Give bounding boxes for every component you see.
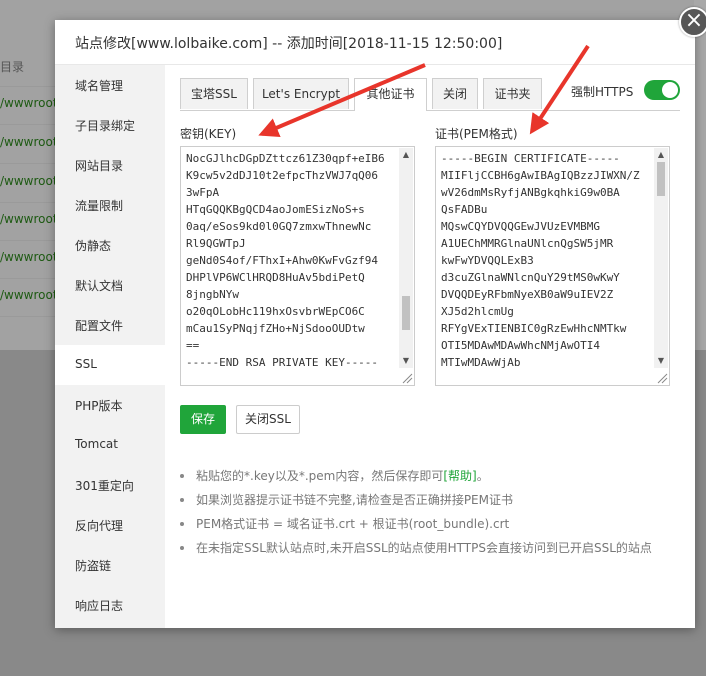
sidebar-item-site-directory[interactable]: 网站目录	[55, 145, 165, 185]
cert-scroll-thumb[interactable]	[657, 162, 665, 196]
sidebar-item-config-file[interactable]: 配置文件	[55, 305, 165, 345]
cert-text: -----BEGIN CERTIFICATE----- MIIFljCCBH6g…	[441, 152, 640, 369]
force-https-toggle[interactable]	[644, 80, 680, 100]
modal-header: 站点修改[www.lolbaike.com] -- 添加时间[2018-11-1…	[55, 20, 695, 65]
background-header-label: 目录	[0, 60, 25, 74]
sidebar-item-ssl[interactable]: SSL	[55, 345, 165, 385]
tab-baota-ssl[interactable]: 宝塔SSL	[180, 78, 248, 109]
site-edit-modal: 站点修改[www.lolbaike.com] -- 添加时间[2018-11-1…	[55, 20, 695, 628]
scroll-up-icon[interactable]: ▲	[399, 148, 413, 162]
close-ssl-button[interactable]: 关闭SSL	[236, 405, 300, 434]
modal-title: 站点修改[www.lolbaike.com] -- 添加时间[2018-11-1…	[75, 36, 503, 52]
background-row: /wwwroot	[0, 240, 60, 279]
tip-item: 如果浏览器提示证书链不完整,请检查是否正确拼接PEM证书	[180, 491, 680, 509]
tab-other-cert[interactable]: 其他证书	[354, 78, 427, 111]
background-right-edge	[694, 0, 706, 350]
resize-grip-icon[interactable]	[401, 372, 413, 384]
bullet-icon	[180, 498, 184, 502]
sidebar-item-hotlink[interactable]: 防盗链	[55, 545, 165, 585]
sidebar-item-domain[interactable]: 域名管理	[55, 65, 165, 105]
background-row: /wwwroot	[0, 202, 60, 241]
background-row: /wwwroot	[0, 125, 60, 164]
sidebar-item-response-log[interactable]: 响应日志	[55, 585, 165, 625]
sidebar-item-tomcat[interactable]: Tomcat	[55, 425, 165, 465]
resize-grip-icon[interactable]	[656, 372, 668, 384]
bullet-icon	[180, 522, 184, 526]
key-scrollbar[interactable]: ▲ ▼	[399, 148, 413, 368]
bullet-icon	[180, 474, 184, 478]
background-table-header: 目录	[0, 48, 60, 87]
sidebar-item-default-doc[interactable]: 默认文档	[55, 265, 165, 305]
tip-item: PEM格式证书 = 域名证书.crt + 根证书(root_bundle).cr…	[180, 515, 680, 533]
ssl-panel: 宝塔SSL Let's Encrypt 其他证书 关闭 证书夹 强制HTTPS …	[165, 65, 695, 628]
background-row: /wwwroot	[0, 278, 60, 317]
tab-cert-folder[interactable]: 证书夹	[483, 78, 542, 109]
key-scroll-thumb[interactable]	[402, 296, 410, 331]
cert-textarea[interactable]: -----BEGIN CERTIFICATE----- MIIFljCCBH6g…	[435, 146, 670, 386]
close-icon[interactable]: ×	[679, 7, 706, 37]
scroll-down-icon[interactable]: ▼	[654, 354, 668, 368]
background-row: /wwwroot	[0, 86, 60, 125]
sidebar-item-redirect[interactable]: 301重定向	[55, 465, 165, 505]
save-button[interactable]: 保存	[180, 405, 226, 434]
key-text: NocGJlhcDGpDZttcz61Z30qpf+eIB6 K9cw5v2dD…	[186, 152, 385, 369]
sidebar-item-rewrite[interactable]: 伪静态	[55, 225, 165, 265]
sidebar-item-subdirectory[interactable]: 子目录绑定	[55, 105, 165, 145]
tip-item: 粘贴您的*.key以及*.pem内容，然后保存即可[帮助]。	[180, 467, 680, 485]
cert-label: 证书(PEM格式)	[435, 127, 518, 141]
cert-scrollbar[interactable]: ▲ ▼	[654, 148, 668, 368]
key-label: 密钥(KEY)	[180, 127, 237, 141]
scroll-down-icon[interactable]: ▼	[399, 354, 413, 368]
force-https-label: 强制HTTPS	[571, 85, 634, 99]
tab-lets-encrypt[interactable]: Let's Encrypt	[253, 78, 349, 109]
tab-close[interactable]: 关闭	[432, 78, 478, 109]
sidebar-item-traffic-limit[interactable]: 流量限制	[55, 185, 165, 225]
key-textarea[interactable]: NocGJlhcDGpDZttcz61Z30qpf+eIB6 K9cw5v2dD…	[180, 146, 415, 386]
sidebar-item-php-version[interactable]: PHP版本	[55, 385, 165, 425]
settings-sidebar: 域名管理 子目录绑定 网站目录 流量限制 伪静态 默认文档 配置文件 SSL P…	[55, 65, 165, 628]
help-link[interactable]: [帮助]	[443, 469, 476, 483]
sidebar-item-reverse-proxy[interactable]: 反向代理	[55, 505, 165, 545]
background-row: /wwwroot	[0, 164, 60, 203]
toggle-knob	[662, 82, 678, 98]
scroll-up-icon[interactable]: ▲	[654, 148, 668, 162]
tip-item: 在未指定SSL默认站点时,未开启SSL的站点使用HTTPS会直接访问到已开启SS…	[180, 539, 680, 557]
bullet-icon	[180, 546, 184, 550]
